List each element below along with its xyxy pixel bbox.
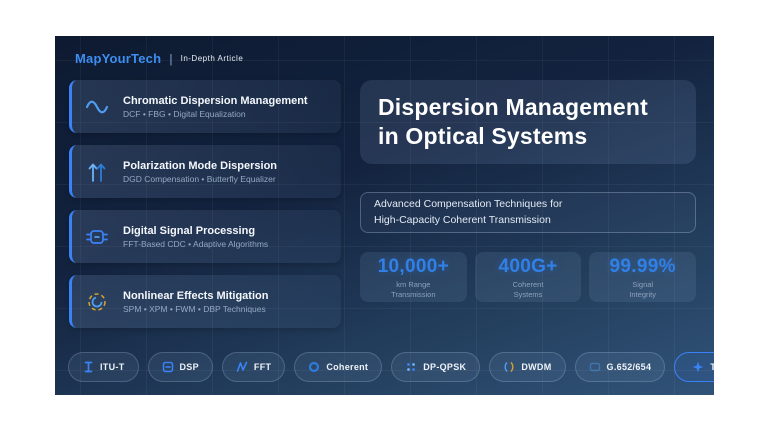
stat-km-range: 10,000+ km Range Transmission (360, 252, 467, 302)
tag-coherent[interactable]: Coherent (294, 352, 382, 382)
hero-title-panel: Dispersion Management in Optical Systems (360, 80, 696, 164)
ring-icon (308, 361, 320, 373)
slide-canvas: MapYourTech | In-Depth Article Chromatic… (55, 36, 714, 395)
star-icon (692, 361, 704, 373)
stat-label: km Range Transmission (391, 280, 435, 300)
stat-value: 10,000+ (378, 256, 449, 278)
constellation-dots-icon (405, 361, 417, 373)
chip-square-icon (162, 361, 174, 373)
stats-row: 10,000+ km Range Transmission 400G+ Cohe… (360, 252, 696, 302)
brand-tagline: In-Depth Article (181, 54, 244, 63)
stat-coherent-systems: 400G+ Coherent Systems (475, 252, 582, 302)
hero-subtitle-panel: Advanced Compensation Techniques for Hig… (360, 192, 696, 233)
topic-title: Nonlinear Effects Mitigation (123, 290, 268, 302)
tag-fft[interactable]: FFT (222, 352, 285, 382)
parentheses-icon (503, 361, 515, 373)
topic-subtitle: SPM • XPM • FWM • DBP Techniques (123, 304, 268, 314)
orbit-ring-icon (84, 289, 110, 315)
topic-title: Polarization Mode Dispersion (123, 160, 277, 172)
double-up-arrows-icon (84, 159, 110, 185)
i-beam-icon (82, 361, 94, 373)
tag-technology[interactable]: Technology (674, 352, 714, 382)
brand-header: MapYourTech | In-Depth Article (75, 51, 243, 66)
waveform-icon (236, 361, 248, 373)
topic-list: Chromatic Dispersion Management DCF • FB… (69, 80, 341, 328)
stat-value: 400G+ (498, 256, 557, 278)
page-title: Dispersion Management in Optical Systems (378, 93, 678, 152)
brand-divider: | (169, 52, 172, 66)
topic-card-nonlinear-effects[interactable]: Nonlinear Effects Mitigation SPM • XPM •… (69, 275, 341, 328)
topic-title: Digital Signal Processing (123, 225, 268, 237)
tag-dsp[interactable]: DSP (148, 352, 213, 382)
stat-value: 99.99% (610, 256, 676, 278)
topic-card-polarization-mode[interactable]: Polarization Mode Dispersion DGD Compens… (69, 145, 341, 198)
fiber-icon (589, 361, 601, 373)
tag-g652-654[interactable]: G.652/654 (575, 352, 666, 382)
tag-dwdm[interactable]: DWDM (489, 352, 565, 382)
topic-subtitle: DCF • FBG • Digital Equalization (123, 109, 308, 119)
topic-title: Chromatic Dispersion Management (123, 95, 308, 107)
sine-wave-icon (84, 94, 110, 120)
topic-subtitle: DGD Compensation • Butterfly Equalizer (123, 174, 277, 184)
topic-subtitle: FFT-Based CDC • Adaptive Algorithms (123, 239, 268, 249)
stat-label: Signal Integrity (629, 280, 656, 300)
dsp-chip-icon (84, 224, 110, 250)
stat-label: Coherent Systems (513, 280, 544, 300)
tag-itu-t[interactable]: ITU-T (68, 352, 139, 382)
stat-signal-integrity: 99.99% Signal Integrity (589, 252, 696, 302)
tag-dp-qpsk[interactable]: DP-QPSK (391, 352, 480, 382)
brand-logo-text: MapYourTech (75, 51, 161, 66)
topic-card-chromatic-dispersion[interactable]: Chromatic Dispersion Management DCF • FB… (69, 80, 341, 133)
topic-card-digital-signal-processing[interactable]: Digital Signal Processing FFT-Based CDC … (69, 210, 341, 263)
page-subtitle: Advanced Compensation Techniques for Hig… (374, 197, 682, 227)
tag-row: ITU-T DSP FFT (68, 352, 703, 382)
